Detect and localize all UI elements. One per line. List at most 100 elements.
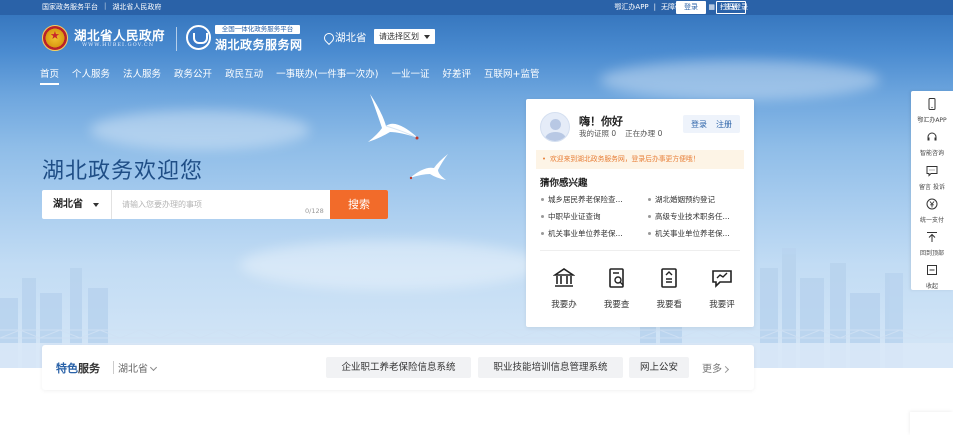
yen-coin-icon	[926, 198, 938, 210]
featured-services-bar: 特色服务 湖北省 企业职工养老保险信息系统 职业技能培训信息管理系统 网上公安 …	[42, 345, 754, 390]
card-auth-buttons: 登录 注册	[683, 115, 740, 133]
service-site-name[interactable]: 湖北政务服务网	[215, 36, 303, 53]
float-app[interactable]: 鄂汇办APP	[911, 98, 953, 124]
quick-action-rate[interactable]: 我要评	[702, 267, 742, 310]
arrow-up-icon	[927, 232, 937, 242]
app-link[interactable]: 鄂汇办APP	[614, 2, 648, 12]
quick-action-view[interactable]: 我要看	[649, 267, 689, 310]
nav-item-one-thing[interactable]: 一事联办(一件事一次办)	[276, 66, 378, 80]
cloud	[600, 60, 880, 100]
nav-item-one-license[interactable]: 一业一证	[392, 66, 430, 80]
interest-item[interactable]: 机关事业单位养老保...	[647, 228, 744, 239]
float-label: 统一支付	[919, 217, 944, 224]
location-pin-icon	[324, 33, 332, 43]
interest-item[interactable]: 湖北婚姻预约登记	[647, 194, 744, 205]
gov-url: WWW.HUBEI.GOV.CN	[82, 42, 155, 48]
nav-item-rating[interactable]: 好差评	[443, 66, 472, 80]
processing-label: 正在办理	[625, 129, 656, 138]
more-label: 更多	[702, 364, 722, 375]
chevron-right-icon	[721, 365, 730, 374]
nav-item-interaction[interactable]: 政民互动	[225, 66, 263, 80]
search-province-label: 湖北省	[53, 199, 83, 210]
separator: |	[104, 2, 107, 10]
user-card: 嗨！你好 我的证照 0 正在办理 0 登录 注册 欢迎来到湖北政务服务网，登录后…	[526, 99, 754, 327]
processing-count: 0	[657, 129, 663, 138]
nav-item-gov-affairs[interactable]: 政务公开	[174, 66, 212, 80]
interest-item[interactable]: 中职毕业证查询	[540, 211, 647, 222]
right-float-toolbar: 鄂汇办APP 智能咨询 留言 投诉 统一支付 回到顶部 收起	[911, 91, 953, 290]
login-notice: 欢迎来到湖北政务服务网，登录后办事更方便哦！	[536, 150, 744, 169]
search-button[interactable]: 搜索	[330, 190, 388, 219]
interest-item[interactable]: 高级专业技术职务任...	[647, 211, 744, 222]
caret-down-icon	[93, 203, 99, 210]
featured-province-dropdown[interactable]: 湖北省	[118, 360, 158, 375]
top-utility-bar: 国家政务服务平台 | 湖北省人民政府 鄂汇办APP | 无障碍阅读 | ▦ 扫码…	[0, 0, 953, 15]
featured-province-label: 湖北省	[118, 364, 148, 375]
link-provincial-gov[interactable]: 湖北省人民政府	[112, 2, 161, 12]
service-platform-logo	[186, 25, 211, 50]
card-login-button[interactable]: 登录	[691, 119, 707, 130]
collapse-icon	[927, 265, 937, 275]
location-label: 湖北省	[335, 32, 367, 44]
greeting: 嗨！你好	[579, 115, 623, 128]
interest-item[interactable]: 机关事业单位养老保...	[540, 228, 647, 239]
float-collapse[interactable]: 收起	[911, 264, 953, 290]
interest-title: 猜你感兴趣	[540, 178, 588, 189]
topbar-register-button[interactable]: 注册	[716, 1, 746, 14]
nav-item-corporate[interactable]: 法人服务	[123, 66, 161, 80]
card-register-button[interactable]: 注册	[716, 119, 732, 130]
featured-title-a: 特色	[56, 362, 78, 375]
national-emblem-logo	[42, 25, 68, 51]
float-message[interactable]: 留言 投诉	[911, 165, 953, 191]
current-location: 湖北省	[324, 30, 367, 45]
chevron-down-icon	[149, 363, 158, 372]
search-char-count: 0/128	[305, 207, 324, 215]
quick-action-handle[interactable]: 我要办	[544, 267, 584, 310]
float-payment[interactable]: 统一支付	[911, 198, 953, 224]
nav-item-supervision[interactable]: 互联网+监管	[484, 66, 539, 80]
message-icon	[926, 166, 938, 177]
cloud	[90, 110, 310, 150]
link-national-platform[interactable]: 国家政务服务平台	[42, 2, 98, 12]
float-label: 鄂汇办APP	[917, 117, 947, 124]
featured-tag-online-police[interactable]: 网上公安	[629, 357, 689, 378]
nav-item-home[interactable]: 首页	[40, 66, 60, 85]
crane-illustration	[409, 154, 448, 180]
search-input[interactable]	[114, 190, 314, 219]
divider	[540, 250, 740, 251]
separator: |	[653, 3, 657, 11]
licenses-label: 我的证照	[579, 129, 609, 138]
divider	[113, 361, 114, 374]
guide-book-icon	[661, 268, 678, 288]
quick-action-label: 我要查	[603, 300, 630, 310]
welcome-heading: 湖北政务欢迎您	[42, 159, 204, 184]
float-label: 收起	[925, 283, 938, 290]
interest-item[interactable]: 城乡居民养老保险查...	[540, 194, 647, 205]
quick-action-query[interactable]: 我要查	[597, 267, 637, 310]
bank-building-icon	[552, 268, 576, 287]
topbar-login-button[interactable]: 登录	[676, 1, 706, 14]
corner-widget	[910, 412, 953, 435]
quick-actions: 我要办 我要查 我要看 我要评	[544, 267, 742, 310]
featured-title-b: 服务	[78, 362, 100, 375]
interest-list: 城乡居民养老保险查... 湖北婚姻预约登记 中职毕业证查询 高级专业技术职务任.…	[540, 194, 744, 239]
featured-more-link[interactable]: 更多	[702, 360, 730, 375]
quick-action-label: 我要看	[656, 300, 683, 310]
avatar	[540, 112, 570, 142]
featured-tag-training-system[interactable]: 职业技能培训信息管理系统	[478, 357, 623, 378]
float-consult[interactable]: 智能咨询	[911, 131, 953, 157]
float-label: 回到顶部	[919, 250, 944, 257]
nav-item-personal[interactable]: 个人服务	[72, 66, 110, 80]
quick-action-label: 我要办	[551, 300, 577, 310]
featured-tag-pension-system[interactable]: 企业职工养老保险信息系统	[326, 357, 471, 378]
search-province-dropdown[interactable]: 湖北省	[42, 190, 112, 219]
platform-tag: 全国一体化政务服务平台	[215, 25, 300, 34]
float-back-to-top[interactable]: 回到顶部	[911, 231, 953, 257]
user-stats: 我的证照 0 正在办理 0	[579, 128, 662, 139]
float-label: 智能咨询	[919, 150, 944, 157]
processing-stat[interactable]: 正在办理 0	[625, 128, 662, 139]
licenses-stat[interactable]: 我的证照 0	[579, 128, 616, 139]
float-label: 留言 投诉	[919, 184, 945, 191]
region-select-dropdown[interactable]: 请选择区划	[374, 29, 435, 44]
document-search-icon	[608, 268, 624, 288]
